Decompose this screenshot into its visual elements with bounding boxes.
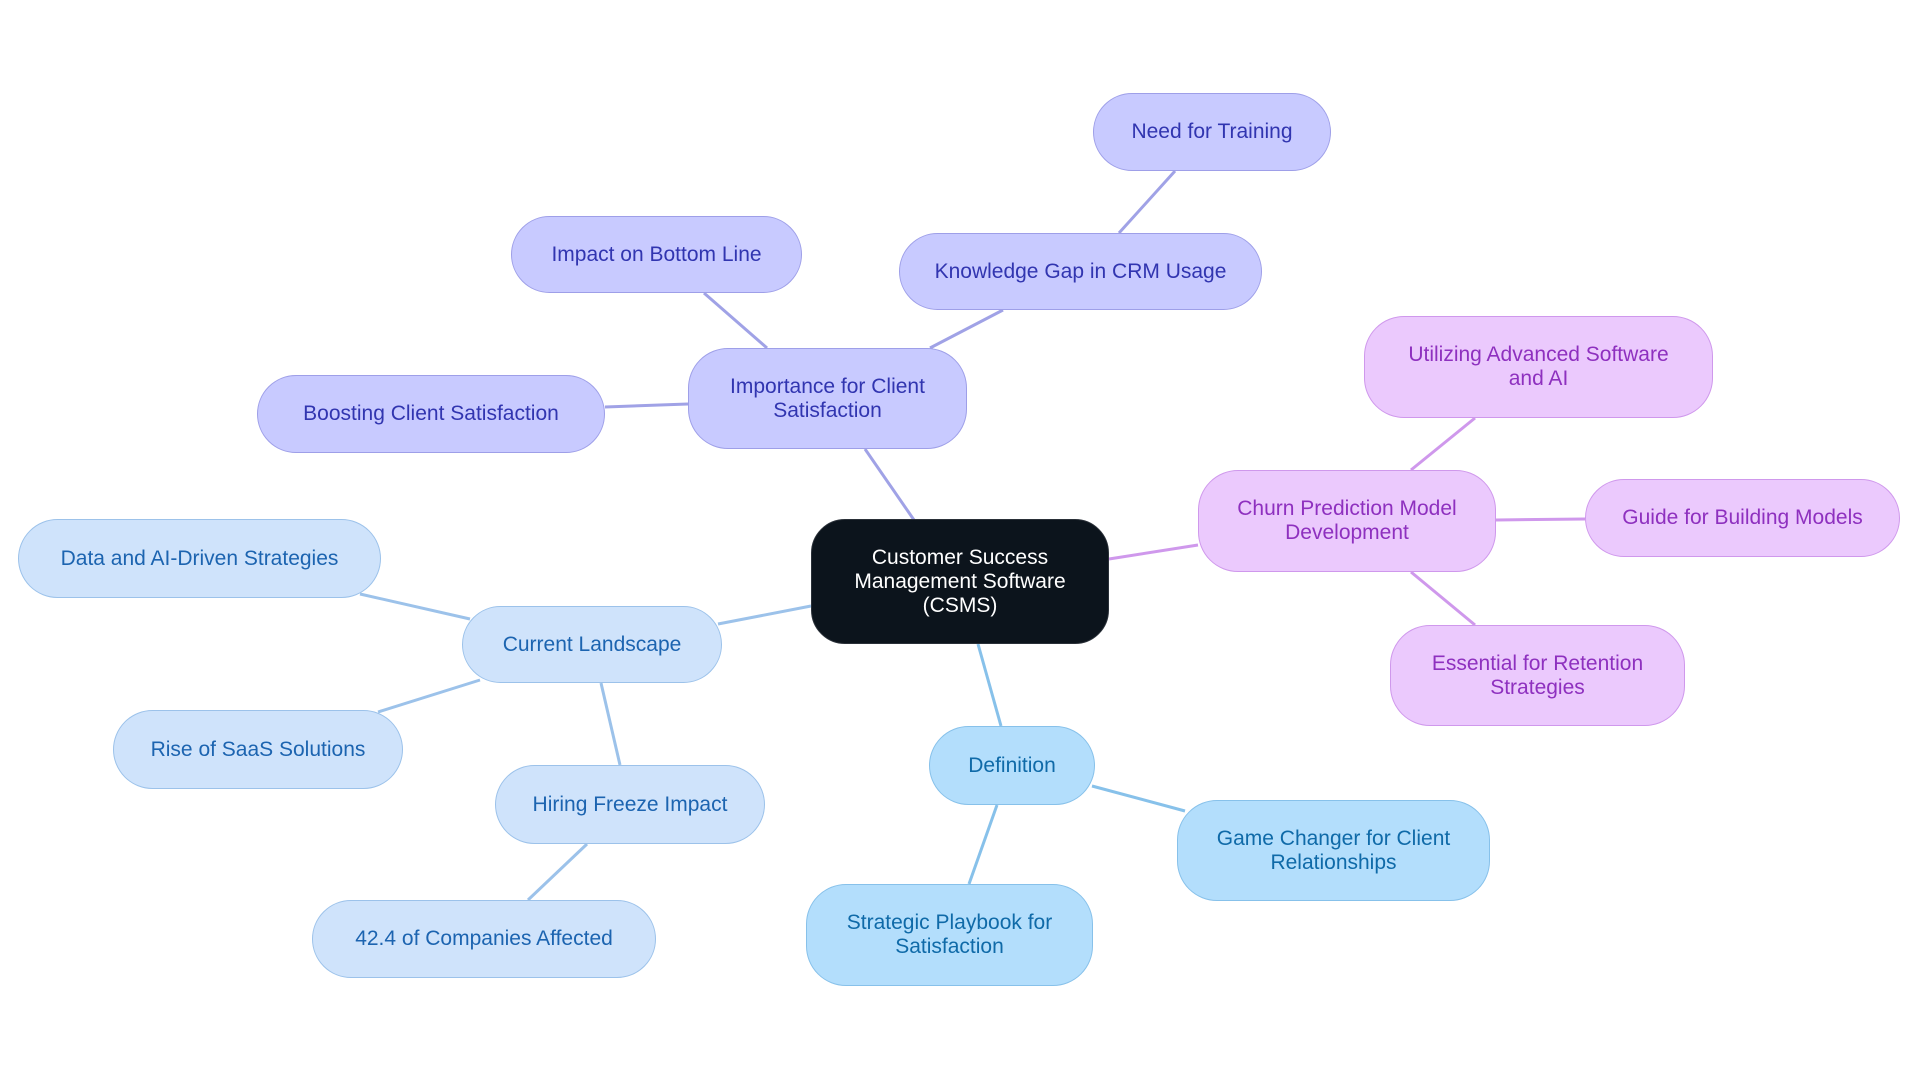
edge-landscape-saas [377, 678, 481, 714]
node-label: Knowledge Gap in CRM Usage [934, 259, 1227, 283]
node-essential-for-retention-strategies[interactable]: Essential for Retention Strategies [1390, 625, 1685, 726]
node-label: Churn Prediction Model Development [1237, 497, 1457, 544]
node-label: Essential for Retention Strategies [1431, 651, 1644, 699]
node-guide-for-building-models[interactable]: Guide for Building Models [1585, 479, 1900, 557]
node-strategic-playbook-for-satisfaction[interactable]: Strategic Playbook for Satisfaction [806, 884, 1093, 986]
node-label: Need for Training [1131, 120, 1293, 143]
node-label: Importance for Client Satisfaction [730, 374, 925, 422]
edge-definition-gamechanger [1091, 784, 1186, 813]
node-label: Definition [968, 753, 1056, 777]
node-label: Hiring Freeze Impact [532, 792, 728, 816]
node-label: Data and AI-Driven Strategies [60, 546, 339, 570]
edge-landscape-dataai [359, 592, 471, 621]
node-current-landscape[interactable]: Current Landscape [462, 606, 722, 683]
edge-root-churn [1108, 543, 1199, 561]
node-label: Utilizing Advanced Software and AI [1408, 343, 1669, 390]
node-label: Game Changer for Client Relationships [1216, 826, 1451, 874]
edge-root-definition [976, 643, 1003, 727]
node-rise-of-saas-solutions[interactable]: Rise of SaaS Solutions [113, 710, 403, 789]
edge-knowledge-training [1117, 169, 1177, 235]
edge-churn-essential [1410, 570, 1476, 627]
edge-definition-playbook [967, 804, 999, 885]
node-importance-for-client-satisfaction[interactable]: Importance for Client Satisfaction [688, 348, 967, 449]
node-impact-on-bottom-line[interactable]: Impact on Bottom Line [511, 216, 802, 293]
node-label: Rise of SaaS Solutions [150, 737, 366, 761]
node-label: 42.4 of Companies Affected [355, 927, 613, 950]
edge-landscape-hiring [599, 682, 622, 766]
edge-importance-boosting [604, 402, 689, 409]
edge-hiring-companies [526, 842, 589, 902]
edge-importance-impact [703, 291, 768, 350]
edge-root-importance [863, 448, 916, 521]
node-knowledge-gap-in-crm-usage[interactable]: Knowledge Gap in CRM Usage [899, 233, 1262, 310]
node-label: Guide for Building Models [1622, 506, 1863, 529]
node-label: Impact on Bottom Line [551, 242, 762, 266]
node-label: Boosting Client Satisfaction [303, 402, 559, 425]
edge-importance-knowledge [929, 308, 1004, 350]
node-need-for-training[interactable]: Need for Training [1093, 93, 1331, 171]
node-42-4-of-companies-affected[interactable]: 42.4 of Companies Affected [312, 900, 656, 978]
edge-churn-utilizing [1410, 416, 1476, 472]
edge-churn-guide [1495, 517, 1586, 522]
node-data-and-ai-driven-strategies[interactable]: Data and AI-Driven Strategies [18, 519, 381, 598]
node-label: Strategic Playbook for Satisfaction [846, 911, 1053, 958]
root-node[interactable]: Customer Success Management Software (CS… [811, 519, 1109, 644]
node-hiring-freeze-impact[interactable]: Hiring Freeze Impact [495, 765, 765, 844]
node-boosting-client-satisfaction[interactable]: Boosting Client Satisfaction [257, 375, 605, 453]
node-utilizing-advanced-software-and-ai[interactable]: Utilizing Advanced Software and AI [1364, 316, 1713, 418]
root-node-label: Customer Success Management Software (CS… [854, 545, 1066, 617]
node-game-changer-for-client-relationships[interactable]: Game Changer for Client Relationships [1177, 800, 1490, 901]
node-label: Current Landscape [502, 632, 682, 656]
node-definition[interactable]: Definition [929, 726, 1095, 805]
node-churn-prediction-model-development[interactable]: Churn Prediction Model Development [1198, 470, 1496, 572]
edge-root-landscape [717, 604, 812, 626]
